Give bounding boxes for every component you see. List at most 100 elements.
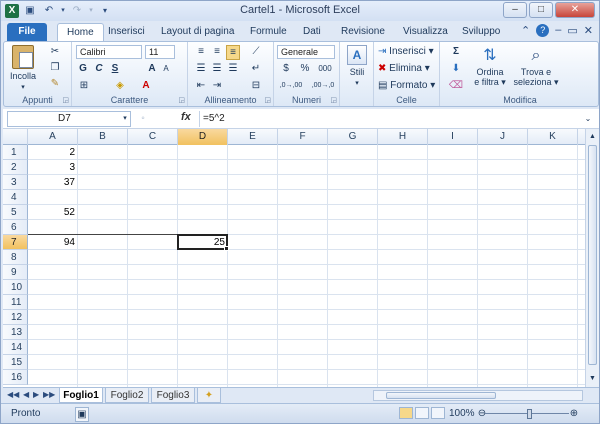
column-header-f[interactable]: F	[278, 129, 328, 145]
vertical-scrollbar[interactable]: ▲ ▼	[585, 129, 599, 387]
row-header-12[interactable]: 12	[3, 310, 28, 325]
row-header-3[interactable]: 3	[3, 175, 28, 190]
cell-a3[interactable]: 37	[28, 175, 78, 190]
name-box-dropdown-icon[interactable]: ▾	[121, 112, 129, 125]
find-select-button[interactable]: ⌕ Trova e seleziona ▾	[512, 45, 560, 87]
dialog-launcher-icon[interactable]: ◲	[62, 96, 69, 104]
row-header-15[interactable]: 15	[3, 355, 28, 370]
borders-icon[interactable]: ⊞	[76, 79, 92, 92]
tab-dati[interactable]: Dati	[303, 23, 321, 41]
column-header-j[interactable]: J	[478, 129, 528, 145]
next-sheet-icon[interactable]: ▶	[33, 390, 39, 399]
row-header-9[interactable]: 9	[3, 265, 28, 280]
column-header-d[interactable]: D	[178, 129, 228, 145]
autosum-button[interactable]: Σ	[446, 45, 466, 58]
tab-sviluppo[interactable]: Sviluppo	[462, 23, 500, 41]
format-cells-button[interactable]: ▤ Formato ▾	[378, 79, 438, 92]
column-header-b[interactable]: B	[78, 129, 128, 145]
row-header-5[interactable]: 5	[3, 205, 28, 220]
wrap-text-icon[interactable]: ↵	[248, 62, 264, 75]
percent-button[interactable]: %	[298, 62, 312, 75]
help-icon[interactable]: ?	[536, 24, 550, 37]
underline-button[interactable]: S	[108, 62, 122, 75]
dialog-launcher-icon[interactable]: ◲	[264, 96, 271, 104]
dialog-launcher-icon[interactable]: ◲	[178, 96, 185, 104]
font-color-icon[interactable]: A	[138, 79, 154, 92]
cell-a2[interactable]: 3	[28, 160, 78, 175]
column-header-k[interactable]: K	[528, 129, 578, 145]
zoom-in-icon[interactable]: ⊕	[569, 407, 579, 420]
paste-button[interactable]: Incolla ▾	[8, 45, 38, 93]
tab-visualizza[interactable]: Visualizza	[403, 23, 448, 41]
row-header-1[interactable]: 1	[3, 145, 28, 160]
increase-decimal-button[interactable]: ,0→,00	[276, 79, 306, 92]
page-layout-view-button[interactable]	[415, 407, 429, 419]
minimize-button[interactable]: –	[503, 2, 527, 18]
first-sheet-icon[interactable]: ◀◀	[7, 390, 19, 399]
align-left-icon[interactable]: ☰	[194, 62, 208, 75]
cell-a5[interactable]: 52	[28, 205, 78, 220]
align-middle-icon[interactable]: ≡	[210, 45, 224, 58]
cell-a1[interactable]: 2	[28, 145, 78, 160]
format-painter-icon[interactable]: ✎	[48, 77, 62, 90]
thousands-button[interactable]: 000	[316, 62, 334, 75]
normal-view-button[interactable]	[399, 407, 413, 419]
row-header-2[interactable]: 2	[3, 160, 28, 175]
currency-button[interactable]: $	[278, 62, 294, 75]
clear-icon[interactable]: ⌫	[446, 79, 466, 92]
column-header-a[interactable]: A	[28, 129, 78, 145]
align-right-icon[interactable]: ☰	[226, 62, 240, 75]
tab-file[interactable]: File	[7, 23, 47, 41]
shrink-font-button[interactable]: A	[160, 62, 172, 75]
column-header-i[interactable]: I	[428, 129, 478, 145]
dialog-launcher-icon[interactable]: ◲	[330, 96, 337, 104]
row-header-8[interactable]: 8	[3, 250, 28, 265]
cell-a7[interactable]: 94	[28, 235, 78, 250]
close-button[interactable]: ✕	[555, 2, 595, 18]
maximize-button[interactable]: □	[529, 2, 553, 18]
prev-sheet-icon[interactable]: ◀	[23, 390, 29, 399]
insert-sheet-icon[interactable]: ✦	[197, 388, 221, 403]
number-format-box[interactable]: Generale	[277, 45, 335, 59]
row-header-13[interactable]: 13	[3, 325, 28, 340]
sheet-tab-foglio3[interactable]: Foglio3	[151, 388, 195, 403]
tab-home[interactable]: Home	[57, 23, 104, 41]
select-all-button[interactable]	[3, 129, 28, 145]
align-bottom-icon[interactable]: ≡	[226, 45, 240, 60]
bold-button[interactable]: G	[76, 62, 90, 75]
font-size-box[interactable]: 11	[145, 45, 175, 59]
sheet-tab-foglio2[interactable]: Foglio2	[105, 388, 149, 403]
increase-indent-icon[interactable]: ⇥	[210, 79, 224, 92]
merge-center-icon[interactable]: ⊟	[248, 79, 264, 92]
formula-input[interactable]: =5^2	[199, 111, 581, 127]
grow-font-button[interactable]: A	[146, 62, 158, 75]
formula-bar-resize-icon[interactable]: ◦	[137, 112, 149, 125]
fill-handle[interactable]	[224, 246, 229, 251]
row-header-7[interactable]: 7	[3, 235, 28, 250]
zoom-level[interactable]: 100%	[449, 408, 475, 419]
tab-inserisci[interactable]: Inserisci	[108, 23, 145, 41]
scroll-down-icon[interactable]: ▼	[587, 372, 598, 385]
horizontal-scrollbar[interactable]	[373, 390, 583, 401]
fill-icon[interactable]: ⬇	[446, 62, 466, 75]
expand-formula-bar-icon[interactable]: ⌄	[583, 112, 593, 125]
tab-revisione[interactable]: Revisione	[341, 23, 385, 41]
row-header-10[interactable]: 10	[3, 280, 28, 295]
window-close-icon[interactable]: ✕	[584, 24, 593, 37]
name-box[interactable]: D7	[7, 111, 131, 127]
horizontal-scroll-thumb[interactable]	[386, 392, 496, 399]
row-header-14[interactable]: 14	[3, 340, 28, 355]
macro-record-icon[interactable]: ▣	[75, 407, 89, 422]
row-header-11[interactable]: 11	[3, 295, 28, 310]
styles-button[interactable]: A Stili ▾	[342, 45, 372, 89]
column-header-e[interactable]: E	[228, 129, 278, 145]
delete-cells-button[interactable]: ✖ Elimina ▾	[378, 62, 438, 75]
vertical-scroll-thumb[interactable]	[588, 145, 597, 365]
worksheet-grid[interactable]: ABCDEFGHIJK 1 2 3 4 5 6 7 8 9 10 11 12 13 14 15 16 2 3 37…	[3, 129, 589, 387]
column-header-c[interactable]: C	[128, 129, 178, 145]
decrease-decimal-button[interactable]: ,00→,0	[308, 79, 338, 92]
copy-icon[interactable]: ❐	[48, 61, 62, 74]
last-sheet-icon[interactable]: ▶▶	[43, 390, 55, 399]
cut-icon[interactable]: ✂	[48, 45, 62, 58]
orientation-icon[interactable]: ⟋	[248, 45, 264, 58]
